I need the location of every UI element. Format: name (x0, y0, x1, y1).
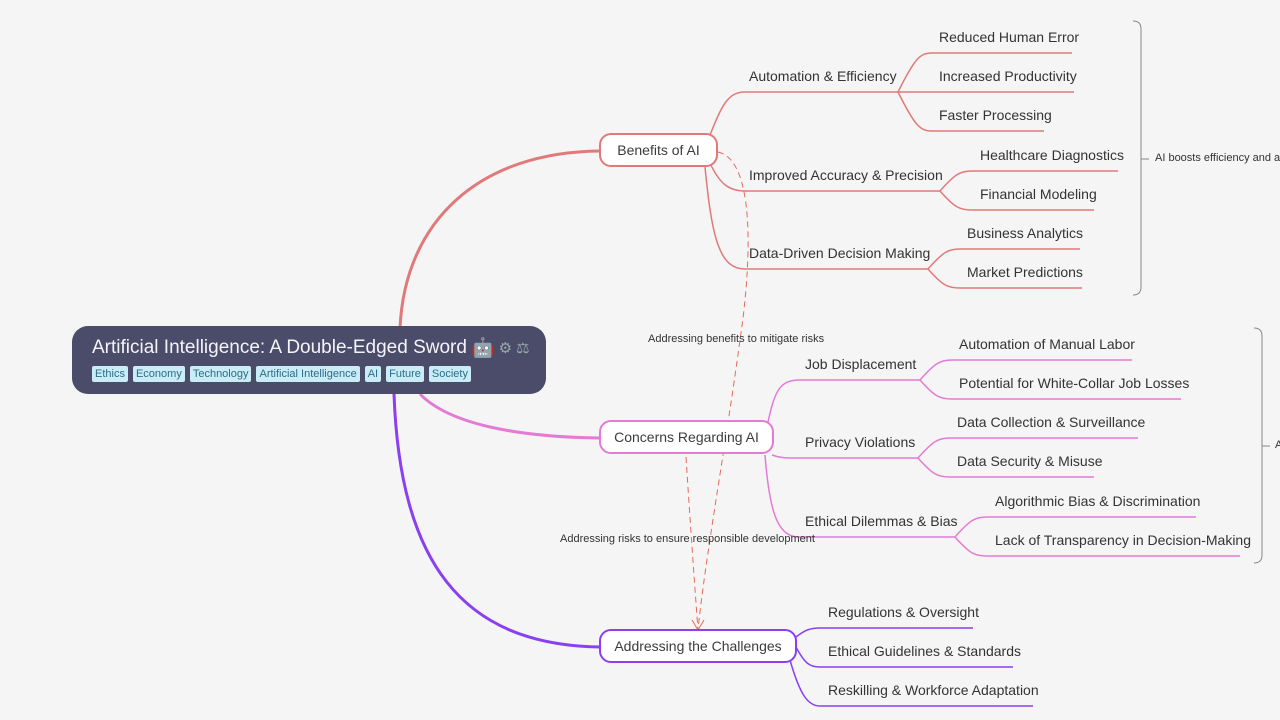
subtopic-ethical-dilemmas[interactable]: Ethical Dilemmas & Bias (805, 513, 958, 529)
tag[interactable]: AI (364, 366, 382, 382)
relationship-label-concerns[interactable]: Addressing risks to ensure responsible d… (560, 533, 815, 545)
branch-benefits (398, 149, 601, 329)
summary-brace-concerns (1253, 327, 1270, 564)
root-title-row: Artificial Intelligence: A Double-Edged … (92, 336, 530, 360)
tag-list: Ethics Economy Technology Artificial Int… (92, 366, 526, 382)
subtopic-ethical-guidelines[interactable]: Ethical Guidelines & Standards (828, 643, 1021, 659)
topic-label: Concerns Regarding AI (614, 429, 759, 445)
subtopic-job-displacement[interactable]: Job Displacement (805, 356, 916, 372)
subtopic-data-driven[interactable]: Data-Driven Decision Making (749, 245, 930, 261)
summary-brace-benefits (1132, 20, 1149, 296)
leaf-reduced-human-error[interactable]: Reduced Human Error (939, 29, 1079, 45)
leaf-healthcare-diagnostics[interactable]: Healthcare Diagnostics (980, 147, 1124, 163)
leaf-data-collection[interactable]: Data Collection & Surveillance (957, 414, 1145, 430)
tag[interactable]: Economy (132, 366, 185, 382)
topic-concerns[interactable]: Concerns Regarding AI (599, 420, 774, 454)
subtopic-reskilling[interactable]: Reskilling & Workforce Adaptation (828, 682, 1039, 698)
leaf-algorithmic-bias[interactable]: Algorithmic Bias & Discrimination (995, 493, 1200, 509)
subtopic-improved-accuracy[interactable]: Improved Accuracy & Precision (749, 167, 943, 183)
topic-challenges[interactable]: Addressing the Challenges (599, 629, 797, 663)
subtopic-privacy-violations[interactable]: Privacy Violations (805, 434, 915, 450)
leaf-faster-processing[interactable]: Faster Processing (939, 107, 1052, 123)
leaf-automation-manual-labor[interactable]: Automation of Manual Labor (959, 336, 1135, 352)
tag[interactable]: Ethics (92, 366, 128, 382)
robot-icon: 🤖 (470, 338, 495, 359)
topic-label: Addressing the Challenges (614, 638, 782, 654)
leaf-market-predictions[interactable]: Market Predictions (967, 264, 1083, 280)
summary-concerns[interactable]: A (1275, 439, 1280, 451)
root-title: Artificial Intelligence: A Double-Edged … (92, 337, 467, 358)
tag[interactable]: Technology (189, 366, 252, 382)
leaf-financial-modeling[interactable]: Financial Modeling (980, 186, 1097, 202)
tag[interactable]: Artificial Intelligence (256, 366, 360, 382)
branch-challenges (392, 393, 601, 649)
leaf-data-security[interactable]: Data Security & Misuse (957, 453, 1103, 469)
subtopic-automation-efficiency[interactable]: Automation & Efficiency (749, 68, 897, 84)
leaf-lack-transparency[interactable]: Lack of Transparency in Decision-Making (995, 532, 1251, 548)
tag[interactable]: Future (386, 366, 424, 382)
root-node[interactable]: Artificial Intelligence: A Double-Edged … (72, 326, 546, 394)
topic-benefits[interactable]: Benefits of AI (599, 133, 718, 167)
leaf-business-analytics[interactable]: Business Analytics (967, 225, 1083, 241)
topic-label: Benefits of AI (617, 142, 700, 158)
leaf-increased-productivity[interactable]: Increased Productivity (939, 68, 1077, 84)
summary-benefits[interactable]: AI boosts efficiency and a (1155, 152, 1280, 164)
relationship-label-benefits[interactable]: Addressing benefits to mitigate risks (648, 333, 824, 345)
gear-icon: ⚙ (498, 340, 513, 357)
branch-concerns (418, 392, 601, 440)
leaf-white-collar-job-losses[interactable]: Potential for White-Collar Job Losses (959, 375, 1189, 391)
scales-icon: ⚖ (516, 340, 530, 357)
relationship-line-benefits (697, 151, 749, 631)
tag[interactable]: Society (428, 366, 471, 382)
subtopic-regulations[interactable]: Regulations & Oversight (828, 604, 979, 620)
